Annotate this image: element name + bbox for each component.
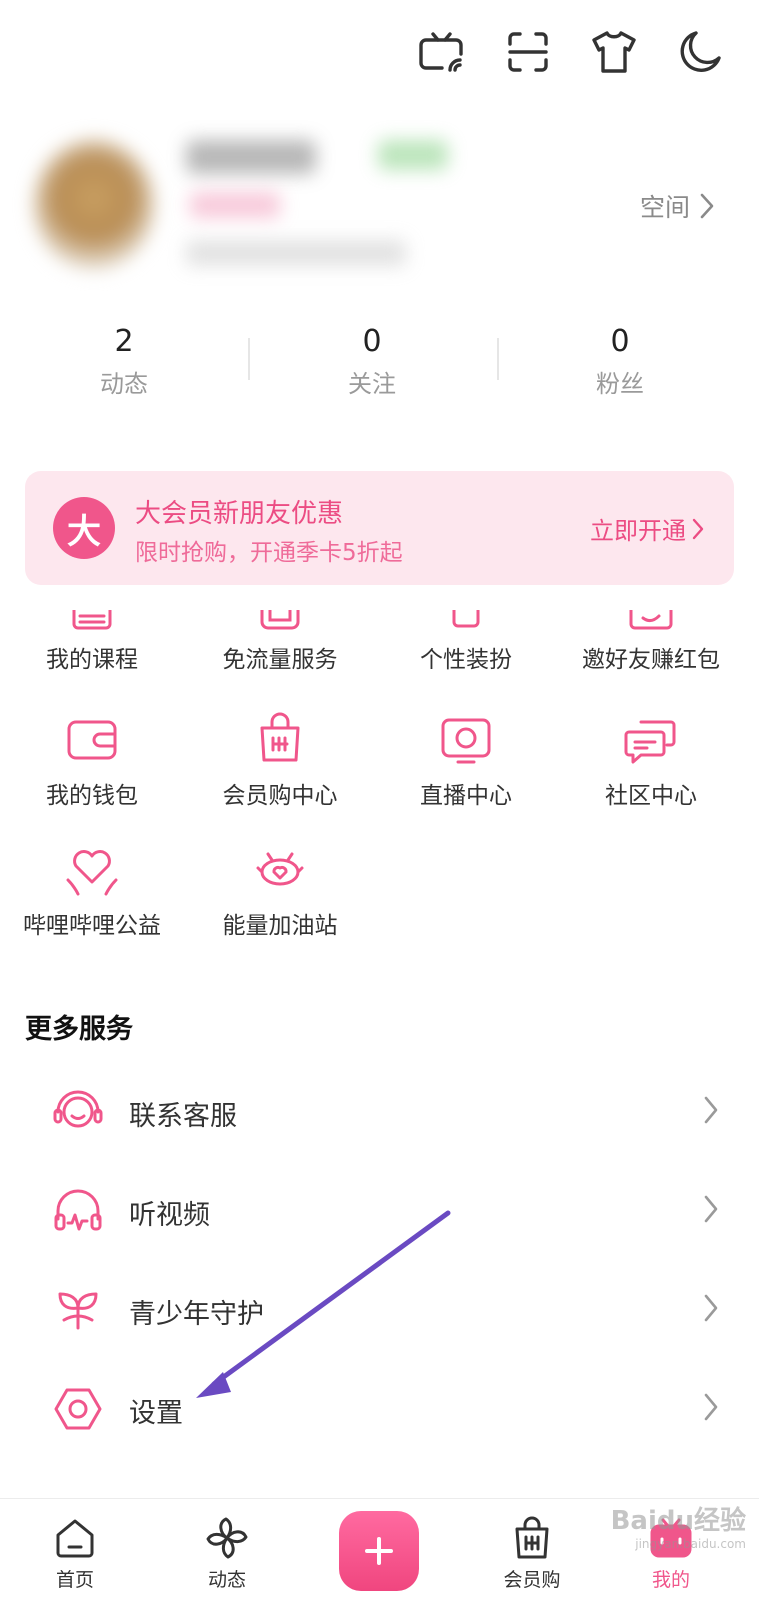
tab-label: 我的 [651,1569,690,1591]
tab-label: 动态 [207,1569,246,1591]
watermark-text: Baidu经验 [610,1506,746,1536]
tab-home[interactable]: 首页 [25,1515,125,1592]
watermark-subtext: jingyan.baidu.com [635,1537,746,1551]
tab-label: 首页 [55,1569,94,1591]
tab-label: 会员购 [503,1569,561,1591]
annotation-arrow [196,1210,451,1398]
home-icon [52,1515,98,1561]
publish-plus-button[interactable] [339,1511,419,1591]
plus-icon [365,1537,393,1565]
tab-dynamic[interactable]: 动态 [177,1515,277,1592]
shopping-bag-icon [509,1515,555,1561]
baidu-watermark: Baidu经验 jingyan.baidu.com [566,1500,746,1551]
pinwheel-icon [204,1515,250,1561]
